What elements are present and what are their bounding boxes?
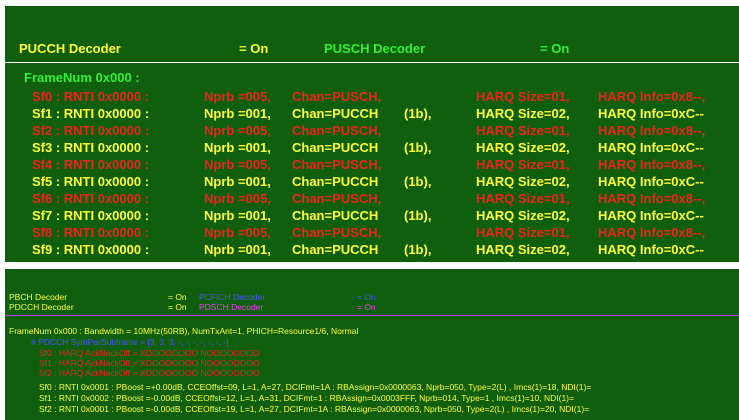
harq-info: HARQ Info=0xC-- — [598, 208, 704, 223]
harq-size: HARQ Size=01, — [476, 191, 570, 206]
header-divider — [5, 62, 739, 63]
harq-info: HARQ Info=0x8--, — [598, 89, 706, 104]
subframe-rnti: Sf9 : RNTI 0x0000 : — [32, 242, 150, 257]
downlink-decoder-panel: PBCH Decoder = On PCFICH Decoder = On PD… — [5, 269, 739, 420]
channel-value: Chan=PUSCH, — [292, 89, 382, 104]
frame-number-label: FrameNum 0x000 : — [24, 70, 140, 85]
subframe-row: Sf2 : RNTI 0x0000 : Nprb =005, Chan=PUSCH,… — [32, 123, 732, 139]
nprb-value: Nprb =001, — [204, 242, 271, 257]
channel-value: Chan=PUSCH, — [292, 191, 382, 206]
subframe-rnti: Sf8 : RNTI 0x0000 : — [32, 225, 150, 240]
channel-value: Chan=PUSCH, — [292, 157, 382, 172]
harq-size: HARQ Size=01, — [476, 123, 570, 138]
subframe-rnti: Sf0 : RNTI 0x0000 : — [32, 89, 150, 104]
harq-size: HARQ Size=01, — [476, 225, 570, 240]
channel-value: Chan=PUCCH — [292, 140, 379, 155]
harq-info: HARQ Info=0xC-- — [598, 106, 704, 121]
subframe-rnti: Sf6 : RNTI 0x0000 : — [32, 191, 150, 206]
pucch-decoder-status: = On — [239, 41, 269, 56]
pdsch-decoder-status: = On — [357, 302, 376, 312]
harq-size: HARQ Size=02, — [476, 106, 570, 121]
nprb-value: Nprb =005, — [204, 89, 271, 104]
pucch-pusch-decoder-panel: PUCCH Decoder = On PUSCH Decoder = On Fr… — [5, 6, 739, 262]
pdsch-decoder-label: PDSCH Decoder — [199, 302, 264, 312]
pcfich-decoder-label: PCFICH Decoder — [199, 292, 266, 302]
pbch-decoder-status: = On — [168, 292, 187, 302]
pdcch-symbols-line: # PDCCH SymPerSubframe = [3, 3, 3, -, -,… — [31, 337, 229, 347]
subframe-row: Sf0 : RNTI 0x0000 : Nprb =005, Chan=PUSCH,… — [32, 89, 732, 105]
subframe-row: Sf3 : RNTI 0x0000 : Nprb =001, Chan=PUCCH (… — [32, 140, 732, 156]
subframe-row: Sf5 : RNTI 0x0000 : Nprb =001, Chan=PUCCH (… — [32, 174, 732, 190]
subframe-row: Sf7 : RNTI 0x0000 : Nprb =001, Chan=PUCCH (… — [32, 208, 732, 224]
subframe-row: Sf4 : RNTI 0x0000 : Nprb =005, Chan=PUSCH,… — [32, 157, 732, 173]
channel-value: Chan=PUSCH, — [292, 225, 382, 240]
subframe-rnti: Sf1 : RNTI 0x0000 : — [32, 106, 150, 121]
dci-line: Sf0 : RNTI 0x0001 : PBoost =+0.00dB, CCE… — [39, 382, 592, 392]
subframe-rnti: Sf3 : RNTI 0x0000 : — [32, 140, 150, 155]
harq-acknack-line: Sf0 : HARQ AckNackOff = XOOOOOOOO NOOOOO… — [39, 348, 260, 358]
harq-size: HARQ Size=02, — [476, 242, 570, 257]
channel-value: Chan=PUCCH — [292, 242, 379, 257]
subframe-row: Sf9 : RNTI 0x0000 : Nprb =001, Chan=PUCCH (… — [32, 242, 732, 258]
channel-value: Chan=PUSCH, — [292, 123, 382, 138]
harq-info: HARQ Info=0xC-- — [598, 174, 704, 189]
pucch-format: (1b), — [404, 242, 432, 257]
pucch-format: (1b), — [404, 174, 432, 189]
header-divider — [5, 315, 739, 316]
harq-size: HARQ Size=02, — [476, 208, 570, 223]
subframe-rnti: Sf5 : RNTI 0x0000 : — [32, 174, 150, 189]
pusch-decoder-status: = On — [540, 41, 570, 56]
pucch-format: (1b), — [404, 208, 432, 223]
pdcch-decoder-label: PDCCH Decoder — [9, 302, 74, 312]
harq-info: HARQ Info=0x8--, — [598, 123, 706, 138]
pdcch-decoder-status: = On — [168, 302, 187, 312]
channel-value: Chan=PUCCH — [292, 208, 379, 223]
harq-info: HARQ Info=0xC-- — [598, 242, 704, 257]
nprb-value: Nprb =005, — [204, 191, 271, 206]
pucch-format: (1b), — [404, 140, 432, 155]
pusch-decoder-label: PUSCH Decoder — [324, 41, 426, 56]
frame-info-line: FrameNum 0x000 : Bandwidth = 10MHz(50RB)… — [9, 326, 359, 336]
harq-info: HARQ Info=0x8--, — [598, 225, 706, 240]
dci-line: Sf1 : RNTI 0x0002 : PBoost =-0.00dB, CCE… — [39, 393, 574, 403]
harq-size: HARQ Size=02, — [476, 174, 570, 189]
subframe-rnti: Sf2 : RNTI 0x0000 : — [32, 123, 150, 138]
subframe-rnti: Sf4 : RNTI 0x0000 : — [32, 157, 150, 172]
pucch-format: (1b), — [404, 106, 432, 121]
harq-info: HARQ Info=0x8--, — [598, 191, 706, 206]
nprb-value: Nprb =005, — [204, 157, 271, 172]
pcfich-decoder-status: = On — [357, 292, 376, 302]
subframe-row: Sf6 : RNTI 0x0000 : Nprb =005, Chan=PUSCH,… — [32, 191, 732, 207]
channel-value: Chan=PUCCH — [292, 106, 379, 121]
harq-size: HARQ Size=01, — [476, 89, 570, 104]
subframe-rnti: Sf7 : RNTI 0x0000 : — [32, 208, 150, 223]
nprb-value: Nprb =005, — [204, 225, 271, 240]
channel-value: Chan=PUCCH — [292, 174, 379, 189]
harq-info: HARQ Info=0x8--, — [598, 157, 706, 172]
pbch-decoder-label: PBCH Decoder — [9, 292, 68, 302]
harq-acknack-line: Sf1 : HARQ AckNackOff = XOOOOOOOO NOOOOO… — [39, 358, 260, 368]
nprb-value: Nprb =001, — [204, 208, 271, 223]
harq-acknack-line: Sf2 : HARQ AckNackOff = XOOOOOOOO NOOOOO… — [39, 368, 260, 378]
harq-info: HARQ Info=0xC-- — [598, 140, 704, 155]
subframe-row: Sf1 : RNTI 0x0000 : Nprb =001, Chan=PUCCH (… — [32, 106, 732, 122]
nprb-value: Nprb =001, — [204, 106, 271, 121]
dci-line: Sf2 : RNTI 0x0001 : PBoost =-0.00dB, CCE… — [39, 404, 590, 414]
nprb-value: Nprb =001, — [204, 140, 271, 155]
pucch-decoder-label: PUCCH Decoder — [19, 41, 121, 56]
harq-size: HARQ Size=02, — [476, 140, 570, 155]
nprb-value: Nprb =001, — [204, 174, 271, 189]
harq-size: HARQ Size=01, — [476, 157, 570, 172]
nprb-value: Nprb =005, — [204, 123, 271, 138]
subframe-row: Sf8 : RNTI 0x0000 : Nprb =005, Chan=PUSCH,… — [32, 225, 732, 241]
